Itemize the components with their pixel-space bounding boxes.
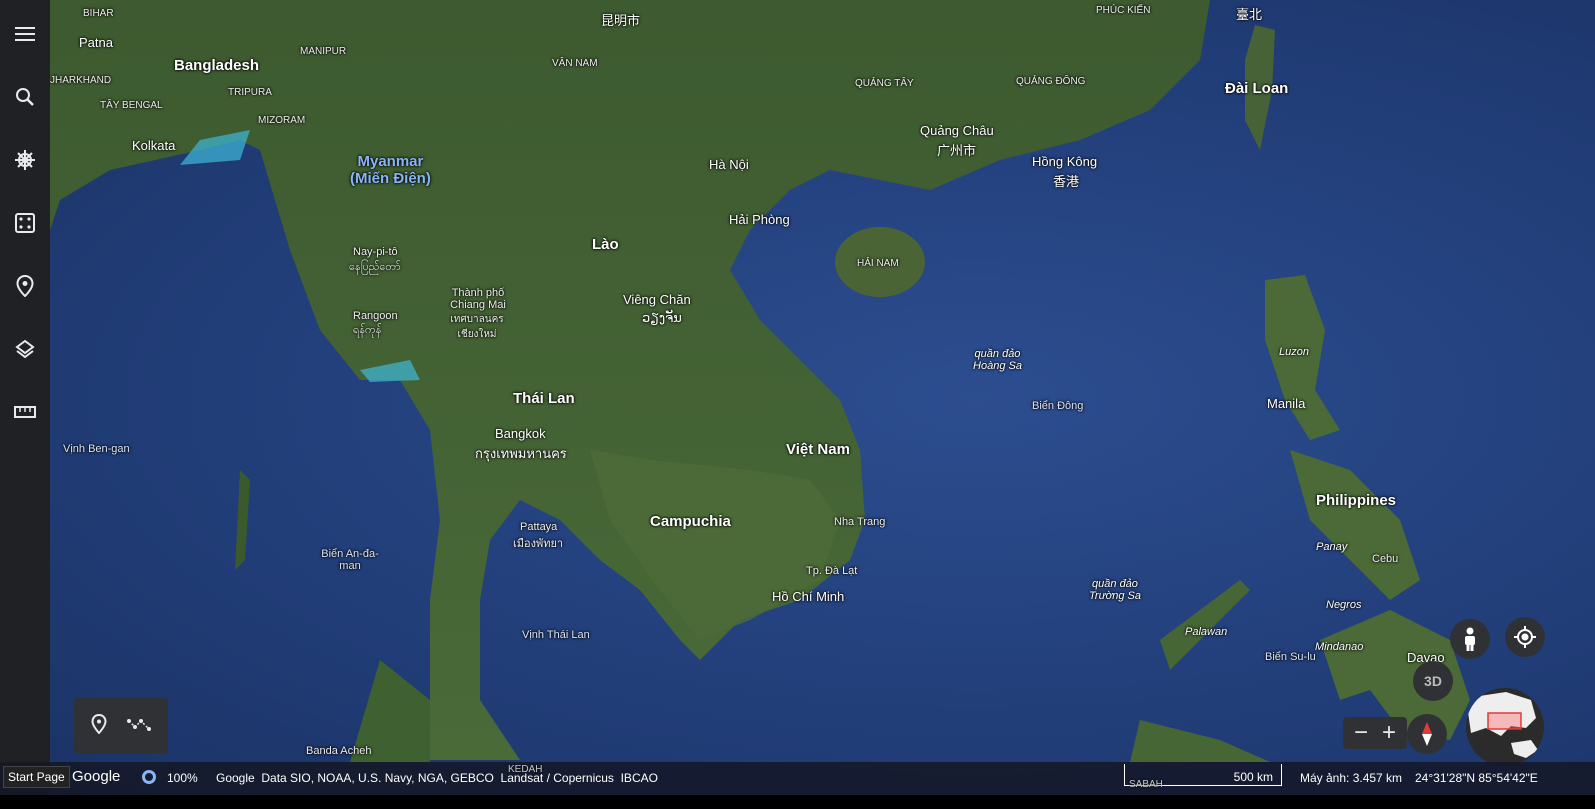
sea-label: Biển Đông bbox=[1032, 400, 1084, 412]
city-label: กรุงเทพมหานคร bbox=[475, 446, 567, 461]
search-icon[interactable] bbox=[9, 81, 41, 113]
region-label: TRIPURA bbox=[228, 87, 272, 98]
country-label: Việt Nam bbox=[786, 441, 850, 458]
island-label: quần đảo Hoàng Sa bbox=[973, 348, 1022, 372]
attribution-text[interactable]: Google Data SIO, NOAA, U.S. Navy, NGA, G… bbox=[216, 771, 658, 785]
city-label: Quảng Châu bbox=[920, 123, 994, 138]
city-label: Bangkok bbox=[495, 426, 546, 441]
city-label: Thành phố Chiang Mai bbox=[450, 287, 506, 311]
city-label: Tp. Đà Lạt bbox=[806, 565, 858, 577]
city-label: Hồ Chí Minh bbox=[772, 589, 845, 604]
region-label: SABAH bbox=[1129, 779, 1163, 790]
country-label: Myanmar (Miến Điện) bbox=[350, 153, 431, 187]
island-label: Mindanao bbox=[1315, 641, 1364, 653]
city-label: Banda Acheh bbox=[306, 745, 372, 757]
loading-indicator-icon bbox=[142, 770, 156, 784]
city-label: Kolkata bbox=[132, 138, 176, 153]
3d-toggle-button[interactable]: 3D bbox=[1413, 661, 1453, 701]
google-logo: Google bbox=[72, 768, 121, 785]
island-label: Palawan bbox=[1185, 626, 1228, 638]
country-label: Thái Lan bbox=[513, 390, 575, 407]
city-label: ວຽງຈັນ bbox=[642, 310, 682, 325]
country-label: Bangladesh bbox=[174, 57, 260, 74]
cursor-coordinates: 24°31'28"N 85°54'42"E bbox=[1415, 771, 1538, 785]
zoom-out-icon[interactable]: − bbox=[1354, 719, 1368, 747]
city-label: 臺北 bbox=[1236, 7, 1263, 22]
sidebar bbox=[0, 0, 50, 795]
city-label: Cebu bbox=[1372, 553, 1399, 565]
island-label: Negros bbox=[1326, 599, 1362, 611]
country-label: Philippines bbox=[1316, 492, 1397, 509]
city-label: ရန်ကုန် bbox=[353, 324, 382, 336]
region-label: VÂN NAM bbox=[552, 58, 598, 69]
start-page-tooltip[interactable]: Start Page bbox=[3, 766, 70, 788]
camera-altitude: Máy ảnh: 3.457 km bbox=[1300, 771, 1403, 785]
sea-label: Vịnh Ben-gan bbox=[63, 443, 130, 455]
compass-icon[interactable] bbox=[1407, 714, 1447, 754]
city-label: နေပြည်တော် bbox=[349, 261, 401, 273]
city-label: Patna bbox=[79, 35, 113, 50]
city-label: Hải Phòng bbox=[729, 212, 790, 227]
city-label: Hồng Kông bbox=[1032, 154, 1098, 169]
zoom-controls: − + bbox=[1343, 717, 1407, 749]
country-label: Campuchia bbox=[650, 513, 731, 530]
sea-label: Vịnh Thái Lan bbox=[522, 629, 590, 641]
city-label: Rangoon bbox=[353, 310, 398, 322]
region-label: QUẢNG ĐÔNG bbox=[1016, 76, 1086, 87]
overview-globe[interactable] bbox=[1466, 688, 1544, 766]
country-label: Đài Loan bbox=[1225, 80, 1289, 97]
path-icon[interactable] bbox=[127, 717, 151, 736]
island-label: Luzon bbox=[1279, 346, 1309, 358]
region-label: BIHAR bbox=[83, 8, 114, 19]
country-label: Lào bbox=[592, 236, 619, 253]
city-label: 香港 bbox=[1053, 174, 1080, 189]
my-location-icon[interactable] bbox=[1505, 617, 1545, 657]
zoom-in-icon[interactable]: + bbox=[1382, 719, 1396, 747]
city-label: เทศบาลนครเชียงใหม่ bbox=[450, 314, 504, 340]
sea-label: Biển Su-lu bbox=[1265, 651, 1316, 663]
drawing-toolbar bbox=[74, 698, 168, 754]
ruler-icon[interactable] bbox=[9, 396, 41, 428]
globe-map-view[interactable]: Bangladesh Lào Thái Lan Việt Nam Campuch… bbox=[50, 0, 1595, 795]
country-alt-name: (Miến Điện) bbox=[350, 170, 431, 187]
city-label: Hà Nội bbox=[709, 157, 749, 172]
status-bar: Start Page Google 100% Google Data SIO, … bbox=[0, 762, 1595, 795]
region-label: KEDAH bbox=[508, 764, 543, 775]
region-label: TÂY BENGAL bbox=[100, 100, 163, 111]
street-view-pegman-icon[interactable] bbox=[1450, 619, 1490, 659]
region-label: MANIPUR bbox=[300, 46, 347, 57]
placemark-icon[interactable] bbox=[91, 713, 107, 739]
city-label: 昆明市 bbox=[601, 13, 641, 28]
city-label: Viêng Chăn bbox=[623, 292, 691, 307]
region-label: JHARKHAND bbox=[50, 75, 112, 86]
region-label: MIZORAM bbox=[258, 115, 306, 126]
menu-icon[interactable] bbox=[9, 18, 41, 50]
city-label: Pattaya bbox=[520, 521, 558, 533]
layers-icon[interactable] bbox=[9, 333, 41, 365]
island-label: Panay bbox=[1316, 541, 1348, 553]
city-label: Nay-pi-tô bbox=[353, 246, 398, 258]
country-name: Myanmar bbox=[357, 153, 424, 170]
island-label: quần đảo Trường Sa bbox=[1089, 578, 1141, 602]
projects-pin-icon[interactable] bbox=[9, 270, 41, 302]
city-label: 广州市 bbox=[937, 143, 977, 158]
sea-label: Biển An-đa-man bbox=[321, 548, 379, 572]
region-label: HẢI NAM bbox=[857, 258, 899, 269]
loading-percent: 100% bbox=[167, 771, 198, 785]
city-label: Manila bbox=[1267, 396, 1306, 411]
city-label: เมืองพัทยา bbox=[513, 538, 564, 550]
dice-icon[interactable] bbox=[9, 207, 41, 239]
voyager-icon[interactable] bbox=[9, 144, 41, 176]
region-label: QUẢNG TÂY bbox=[855, 78, 914, 89]
city-label: Nha Trang bbox=[834, 516, 886, 528]
region-label: PHÚC KIẾN bbox=[1096, 5, 1151, 16]
